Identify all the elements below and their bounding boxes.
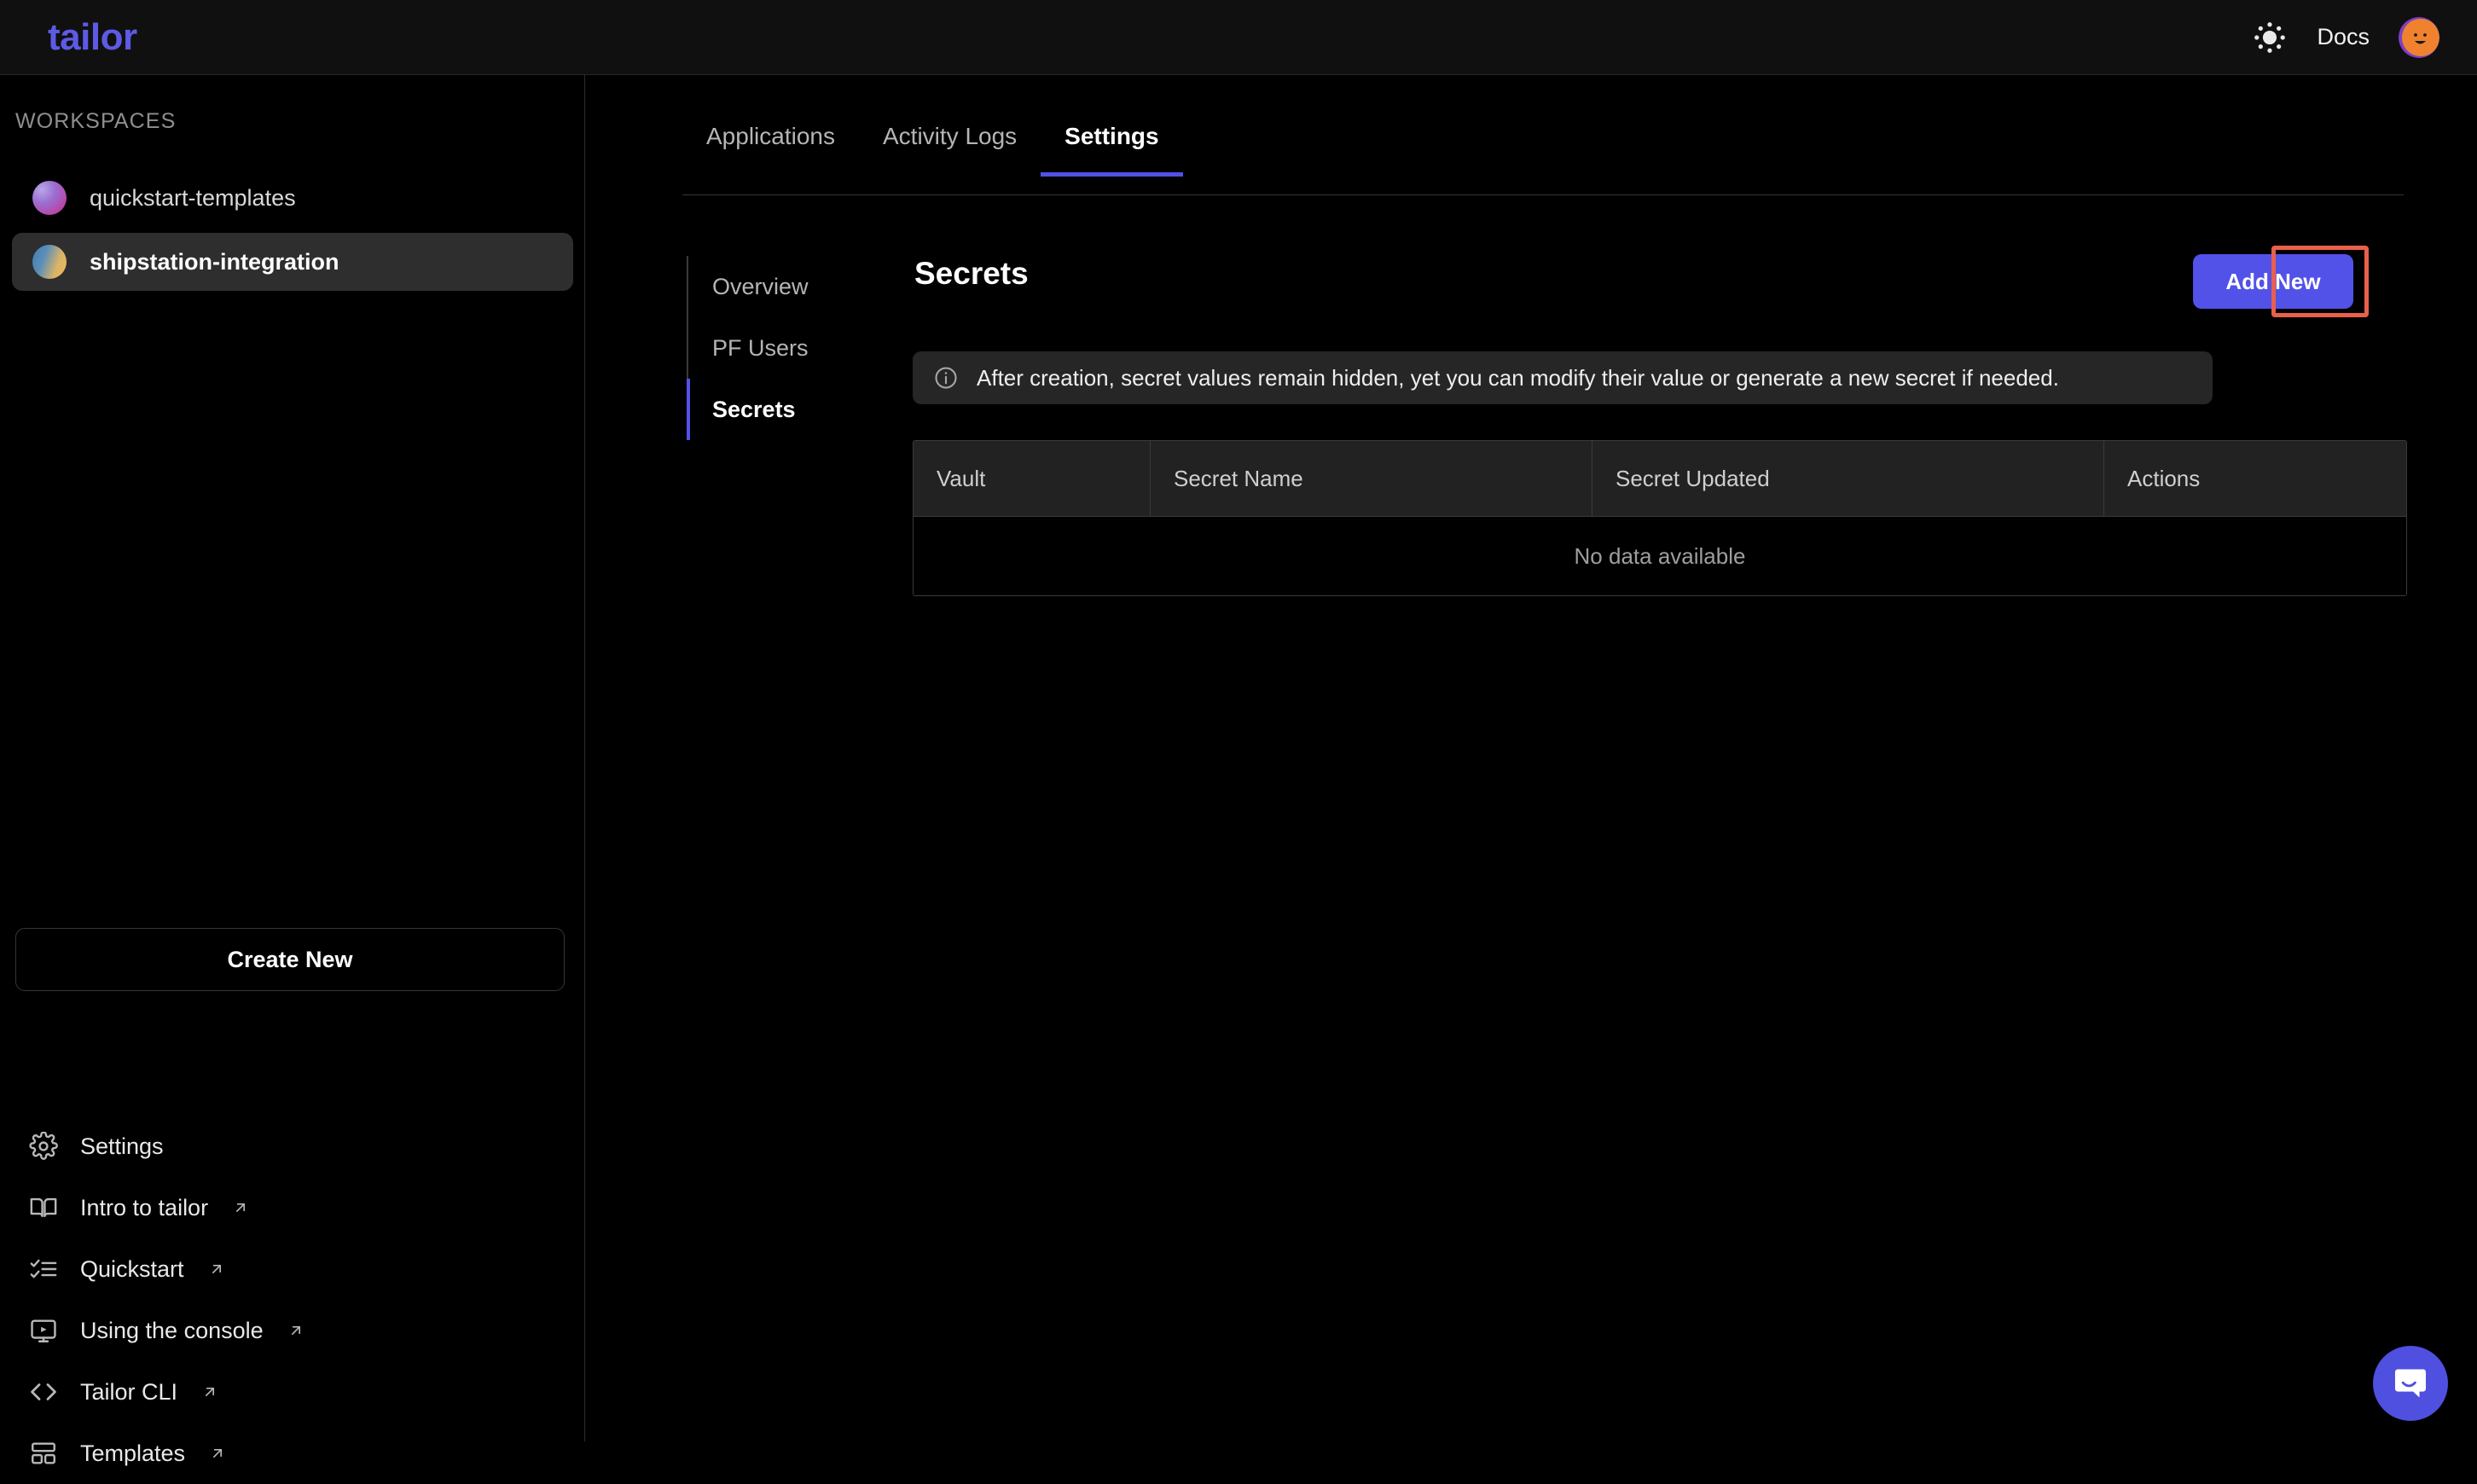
sidebar-item-using-the-console[interactable]: Using the console bbox=[29, 1300, 575, 1361]
column-header-vault: Vault bbox=[914, 441, 1151, 516]
external-link-arrow-icon bbox=[213, 1449, 223, 1458]
user-avatar-svg bbox=[2399, 16, 2439, 58]
sidebar-item-tailor-cli[interactable]: Tailor CLI bbox=[29, 1361, 575, 1423]
primary-tab-bar: Applications Activity Logs Settings bbox=[682, 109, 2404, 195]
sidebar-item-settings[interactable]: Settings bbox=[29, 1116, 575, 1177]
tab-applications[interactable]: Applications bbox=[682, 109, 859, 176]
subnav-item-overview[interactable]: Overview bbox=[688, 256, 857, 317]
tab-activity-logs[interactable]: Activity Logs bbox=[859, 109, 1041, 176]
page-title: Secrets bbox=[914, 256, 1029, 291]
checklist-icon bbox=[30, 1259, 57, 1278]
sidebar-link-label: Using the console bbox=[80, 1317, 264, 1343]
settings-subnav: Overview PF Users Secrets bbox=[687, 256, 857, 440]
table-empty-state: No data available bbox=[914, 516, 2406, 595]
sidebar-item-quickstart[interactable]: Quickstart bbox=[29, 1238, 575, 1300]
monitor-play-icon bbox=[31, 1319, 56, 1342]
header-actions: Docs bbox=[2252, 16, 2439, 58]
workspace-label: shipstation-integration bbox=[90, 248, 339, 275]
top-header-bar: tailor Docs bbox=[0, 0, 2477, 75]
sidebar: WORKSPACES quickstart-templates shipstat… bbox=[0, 75, 585, 1466]
info-banner-text: After creation, secret values remain hid… bbox=[977, 364, 2059, 391]
subnav-item-secrets[interactable]: Secrets bbox=[687, 379, 857, 440]
sidebar-item-shipstation-integration[interactable]: shipstation-integration bbox=[12, 233, 573, 291]
docs-link[interactable]: Docs bbox=[2317, 24, 2370, 50]
sun-icon-svg bbox=[2254, 21, 2286, 53]
sidebar-link-label: Intro to tailor bbox=[80, 1194, 209, 1220]
sidebar-link-label: Templates bbox=[80, 1440, 186, 1466]
tab-settings[interactable]: Settings bbox=[1041, 109, 1184, 177]
secrets-table: Vault Secret Name Secret Updated Actions… bbox=[913, 440, 2407, 596]
info-circle-icon bbox=[935, 367, 957, 389]
sidebar-item-templates[interactable]: Templates bbox=[29, 1423, 575, 1484]
sidebar-item-intro-to-tailor[interactable]: Intro to tailor bbox=[29, 1177, 575, 1238]
workspace-label: quickstart-templates bbox=[90, 184, 296, 211]
sidebar-link-label: Tailor CLI bbox=[80, 1378, 178, 1405]
workspace-avatar-icon bbox=[32, 245, 67, 279]
chat-bubble-icon bbox=[2394, 1369, 2427, 1398]
subnav-item-pf-users[interactable]: PF Users bbox=[688, 317, 857, 379]
column-header-secret-name: Secret Name bbox=[1151, 441, 1592, 516]
workspace-avatar-icon bbox=[32, 181, 67, 215]
workspaces-section-label: WORKSPACES bbox=[15, 109, 177, 133]
avatar[interactable] bbox=[2399, 16, 2439, 58]
add-new-button[interactable]: Add New bbox=[2193, 254, 2353, 309]
column-header-secret-updated: Secret Updated bbox=[1592, 441, 2104, 516]
column-header-actions: Actions bbox=[2127, 465, 2201, 491]
table-header-row: Vault Secret Name Secret Updated Actions bbox=[914, 441, 2406, 516]
app-logo[interactable]: tailor bbox=[48, 18, 137, 56]
external-link-arrow-icon bbox=[236, 1203, 246, 1212]
sidebar-footer-links: Settings Intro to tailor Quickstart Usin… bbox=[29, 1116, 575, 1484]
code-brackets-icon bbox=[31, 1383, 56, 1400]
info-banner: After creation, secret values remain hid… bbox=[913, 351, 2213, 404]
chat-launcher-button[interactable] bbox=[2373, 1346, 2448, 1421]
layout-grid-icon bbox=[32, 1442, 55, 1464]
sidebar-item-quickstart-templates[interactable]: quickstart-templates bbox=[12, 169, 573, 227]
external-link-arrow-icon bbox=[206, 1388, 215, 1396]
book-icon bbox=[30, 1197, 57, 1218]
gear-icon bbox=[29, 1132, 58, 1160]
add-new-annotation-wrapper: Add New bbox=[2193, 246, 2369, 317]
create-new-button[interactable]: Create New bbox=[15, 928, 565, 991]
workspace-list: quickstart-templates shipstation-integra… bbox=[12, 169, 573, 291]
sidebar-link-label: Settings bbox=[80, 1133, 164, 1159]
sun-icon[interactable] bbox=[2252, 20, 2288, 55]
external-link-arrow-icon bbox=[212, 1265, 221, 1273]
external-link-arrow-icon bbox=[291, 1326, 300, 1335]
sidebar-link-label: Quickstart bbox=[80, 1255, 184, 1282]
